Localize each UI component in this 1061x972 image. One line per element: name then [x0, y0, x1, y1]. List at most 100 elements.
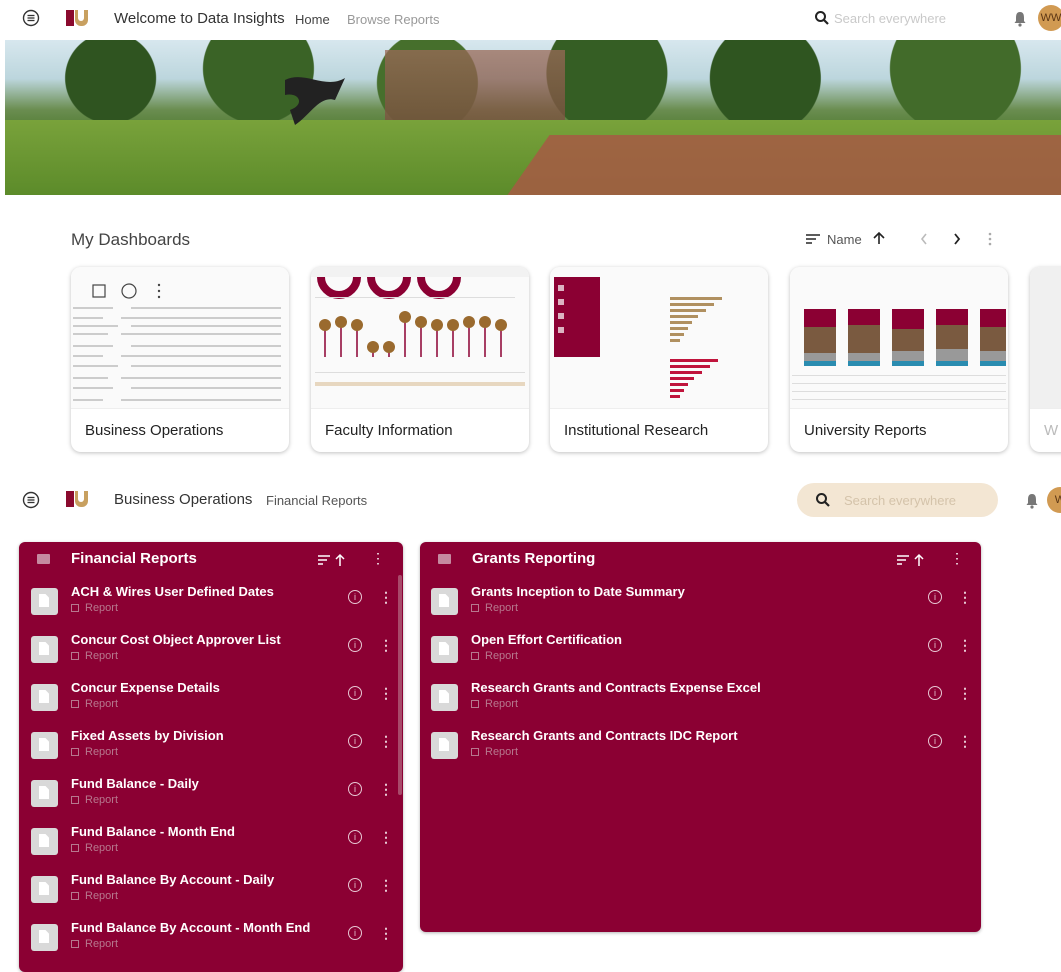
info-icon[interactable]: i — [348, 590, 362, 604]
document-icon — [31, 588, 58, 615]
item-title[interactable]: ACH & Wires User Defined Dates — [71, 584, 274, 599]
dashboard-card-business-operations[interactable]: Business Operations — [71, 267, 289, 452]
more-vert-icon[interactable]: ⋮ — [379, 733, 393, 750]
info-icon[interactable]: i — [348, 734, 362, 748]
more-vert-icon[interactable]: ⋮ — [958, 637, 972, 654]
more-vert-icon[interactable]: ⋮ — [371, 550, 385, 567]
breadcrumb-current[interactable]: Business Operations — [114, 491, 252, 508]
list-item[interactable]: Grants Inception to Date Summary Report … — [431, 584, 972, 624]
dashboard-card-institutional-research[interactable]: Institutional Research — [550, 267, 768, 452]
list-item[interactable]: Fund Balance By Account - Daily Report i… — [31, 872, 393, 912]
item-title[interactable]: Research Grants and Contracts Expense Ex… — [471, 680, 761, 695]
item-title[interactable]: Fund Balance - Month End — [71, 824, 235, 839]
sort-ascending-icon[interactable] — [896, 553, 926, 567]
list-item[interactable]: Fixed Assets by Division Report i ⋮ — [31, 728, 393, 768]
list-item[interactable]: Concur Expense Details Report i ⋮ — [31, 680, 393, 720]
list-item[interactable]: ACH & Wires User Defined Dates Report i … — [31, 584, 393, 624]
search-icon[interactable] — [814, 10, 830, 26]
item-title[interactable]: Fund Balance By Account - Month End — [71, 920, 310, 935]
more-vert-icon[interactable]: ⋮ — [379, 637, 393, 654]
avatar[interactable]: W — [1047, 487, 1061, 513]
document-icon — [31, 780, 58, 807]
university-logo[interactable] — [66, 10, 88, 26]
info-icon[interactable]: i — [928, 686, 942, 700]
search-icon[interactable] — [815, 492, 831, 508]
more-vert-icon[interactable] — [988, 232, 992, 246]
more-vert-icon[interactable]: ⋮ — [379, 589, 393, 606]
item-title[interactable]: Concur Cost Object Approver List — [71, 632, 281, 647]
item-type: Report — [471, 698, 518, 710]
info-icon[interactable]: i — [348, 782, 362, 796]
list-item[interactable]: Open Effort Certification Report i ⋮ — [431, 632, 972, 672]
sort-ascending-icon[interactable] — [873, 231, 885, 245]
list-item[interactable]: Fund Balance - Month End Report i ⋮ — [31, 824, 393, 864]
info-icon[interactable]: i — [348, 926, 362, 940]
item-title[interactable]: Open Effort Certification — [471, 632, 622, 647]
report-icon — [71, 844, 79, 852]
item-type: Report — [71, 698, 118, 710]
info-icon[interactable]: i — [348, 878, 362, 892]
report-icon — [71, 940, 79, 948]
info-icon[interactable]: i — [348, 686, 362, 700]
sort-field[interactable]: Name — [827, 232, 862, 247]
info-icon[interactable]: i — [348, 638, 362, 652]
list-item[interactable]: Fund Balance By Account - Month End Repo… — [31, 920, 393, 960]
dashboard-card-faculty-information[interactable]: Faculty Information — [311, 267, 529, 452]
item-type: Report — [471, 650, 518, 662]
menu-icon[interactable] — [22, 9, 40, 27]
sort-ascending-icon[interactable] — [317, 553, 347, 567]
item-type: Report — [471, 746, 518, 758]
more-vert-icon[interactable]: ⋮ — [379, 925, 393, 942]
more-vert-icon[interactable]: ⋮ — [958, 685, 972, 702]
bell-icon[interactable] — [1013, 11, 1027, 27]
document-icon — [31, 924, 58, 951]
more-vert-icon[interactable]: ⋮ — [958, 589, 972, 606]
dashboards-heading: My Dashboards — [71, 230, 191, 249]
item-title[interactable]: Research Grants and Contracts IDC Report — [471, 728, 738, 743]
dashboard-card-university-reports[interactable]: University Reports — [790, 267, 1008, 452]
document-icon — [31, 636, 58, 663]
report-icon — [71, 652, 79, 660]
panel-scrollbar[interactable] — [398, 575, 402, 795]
chevron-left-icon[interactable] — [920, 233, 928, 245]
item-title[interactable]: Concur Expense Details — [71, 680, 220, 695]
document-icon — [431, 732, 458, 759]
dashboard-card-partial[interactable]: W — [1030, 267, 1061, 452]
report-icon — [471, 700, 479, 708]
university-logo[interactable] — [66, 491, 88, 507]
more-vert-icon[interactable]: ⋮ — [379, 685, 393, 702]
more-vert-icon[interactable]: ⋮ — [950, 550, 964, 567]
sort-icon[interactable] — [805, 233, 821, 245]
info-icon[interactable]: i — [348, 830, 362, 844]
list-item[interactable]: Research Grants and Contracts Expense Ex… — [431, 680, 972, 720]
more-vert-icon[interactable]: ⋮ — [379, 829, 393, 846]
dashboard-card-label: University Reports — [804, 422, 927, 439]
info-icon[interactable]: i — [928, 638, 942, 652]
list-item[interactable]: Research Grants and Contracts IDC Report… — [431, 728, 972, 768]
menu-icon[interactable] — [22, 491, 40, 509]
item-title[interactable]: Fund Balance By Account - Daily — [71, 872, 274, 887]
more-vert-icon[interactable]: ⋮ — [958, 733, 972, 750]
item-title[interactable]: Grants Inception to Date Summary — [471, 584, 685, 599]
search-input[interactable]: Search everywhere — [834, 11, 946, 26]
document-icon — [431, 636, 458, 663]
report-icon — [471, 604, 479, 612]
avatar[interactable]: WW — [1038, 5, 1061, 31]
info-icon[interactable]: i — [928, 734, 942, 748]
info-icon[interactable]: i — [928, 590, 942, 604]
report-icon — [71, 604, 79, 612]
bell-icon[interactable] — [1025, 493, 1039, 509]
search-input[interactable]: Search everywhere — [844, 493, 956, 508]
item-title[interactable]: Fund Balance - Daily — [71, 776, 199, 791]
more-vert-icon[interactable]: ⋮ — [379, 781, 393, 798]
more-vert-icon[interactable]: ⋮ — [379, 877, 393, 894]
list-item[interactable]: Fund Balance - Daily Report i ⋮ — [31, 776, 393, 816]
list-item[interactable]: Concur Cost Object Approver List Report … — [31, 632, 393, 672]
item-title[interactable]: Fixed Assets by Division — [71, 728, 224, 743]
report-icon — [71, 892, 79, 900]
nav-home[interactable]: Home — [295, 12, 330, 27]
breadcrumb-financial-reports[interactable]: Financial Reports — [266, 493, 367, 508]
dashboard-thumbnail — [71, 267, 289, 409]
chevron-right-icon[interactable] — [953, 233, 961, 245]
nav-browse-reports[interactable]: Browse Reports — [347, 12, 439, 27]
